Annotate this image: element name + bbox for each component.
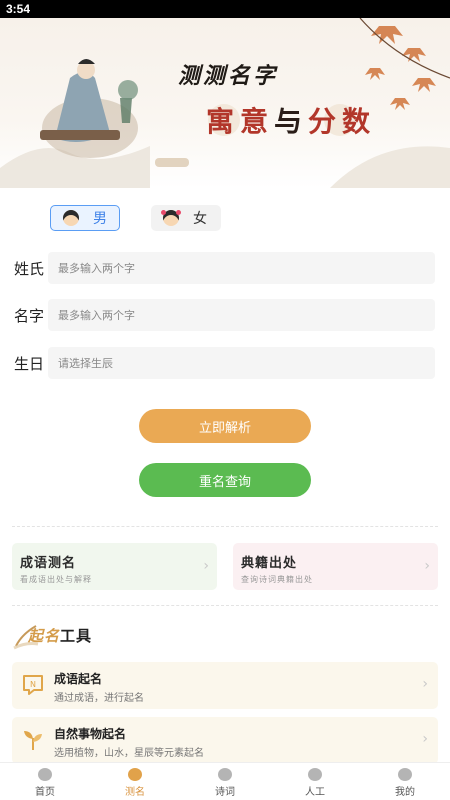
idiom-test-subtitle: 看成语出处与解释 (20, 575, 92, 584)
divider-top (12, 526, 438, 527)
tools-title-a: 起名 (28, 627, 61, 645)
gender-male-label: 男 (93, 211, 107, 227)
tab-poetry-label: 诗词 (215, 787, 235, 798)
tools-section-title: 起名工具 (12, 620, 132, 650)
banner-title-line2: 寓意与分数 (206, 100, 376, 140)
chevron-right-icon: › (422, 676, 428, 692)
test-name-icon (128, 768, 142, 781)
poetry-icon (218, 768, 232, 781)
birthday-input[interactable] (48, 347, 435, 379)
nature-naming-title: 自然事物起名 (54, 727, 127, 741)
tab-manual[interactable]: 人工 (270, 763, 360, 800)
tools-title-b: 工具 (60, 627, 93, 645)
nature-naming-subtitle: 选用植物，山水，星辰等元素起名 (54, 748, 204, 759)
tab-poetry[interactable]: 诗词 (180, 763, 270, 800)
idiom-test-title: 成语测名 (20, 556, 77, 571)
home-icon (38, 768, 52, 781)
surname-row: 姓氏 (0, 252, 450, 284)
manual-icon (308, 768, 322, 781)
banner: 测测名字 寓意与分数 (0, 18, 450, 188)
tab-home-label: 首页 (35, 787, 55, 798)
chevron-right-icon: › (422, 731, 428, 747)
gender-male-button[interactable]: 男 (50, 205, 120, 231)
gender-female-button[interactable]: 女 (151, 205, 221, 231)
app-screen: 3:54 测测名字 寓意与分数 男 女 姓氏 最多输入两个字 名字 最多输入两个… (0, 0, 450, 800)
idiom-test-card[interactable]: 成语测名 看成语出处与解释 › (12, 543, 217, 590)
nature-naming-item[interactable]: 自然事物起名 选用植物，山水，星辰等元素起名 › (12, 717, 438, 764)
profile-icon (398, 768, 412, 781)
tab-home[interactable]: 首页 (0, 763, 90, 800)
svg-text:N: N (30, 680, 36, 689)
chevron-right-icon: › (203, 558, 209, 574)
idiom-naming-subtitle: 通过成语，进行起名 (54, 693, 144, 704)
gender-female-label: 女 (193, 211, 207, 227)
banner-title-part-a: 寓意 (206, 105, 275, 138)
classics-source-card[interactable]: 典籍出处 查询诗词典籍出处 › (233, 543, 438, 590)
idiom-icon: N (23, 675, 43, 695)
tab-profile-label: 我的 (395, 787, 415, 798)
banner-title-line1: 测测名字 (178, 63, 279, 89)
name-row: 名字 (0, 299, 450, 331)
bottom-tab-bar: 首页 测名 诗词 人工 我的 (0, 762, 450, 800)
plant-icon (24, 731, 42, 750)
idiom-naming-title: 成语起名 (54, 672, 103, 686)
girl-icon (161, 210, 181, 226)
classics-source-title: 典籍出处 (241, 556, 298, 571)
idiom-naming-item[interactable]: N 成语起名 通过成语，进行起名 › (12, 662, 438, 709)
boy-icon (63, 210, 79, 226)
name-label: 名字 (14, 307, 45, 325)
divider-bottom (12, 605, 438, 606)
tab-test-name[interactable]: 测名 (90, 763, 180, 800)
tab-test-name-label: 测名 (125, 787, 145, 798)
chevron-right-icon: › (424, 558, 430, 574)
classics-source-subtitle: 查询诗词典籍出处 (241, 575, 313, 584)
status-time: 3:54 (6, 2, 31, 16)
name-input[interactable] (48, 299, 435, 331)
tab-profile[interactable]: 我的 (360, 763, 450, 800)
banner-title-part-c: 分数 (308, 105, 377, 138)
birthday-row: 生日 (0, 347, 450, 379)
rename-query-button[interactable]: 重名查询 (139, 463, 311, 497)
birthday-label: 生日 (14, 355, 45, 373)
surname-label: 姓氏 (14, 260, 45, 278)
tab-manual-label: 人工 (305, 787, 325, 798)
analyze-button[interactable]: 立即解析 (139, 409, 311, 443)
surname-input[interactable] (48, 252, 435, 284)
gender-selector: 男 女 (0, 205, 450, 231)
status-bar: 3:54 (0, 0, 450, 18)
banner-title-part-b: 与 (274, 105, 309, 138)
